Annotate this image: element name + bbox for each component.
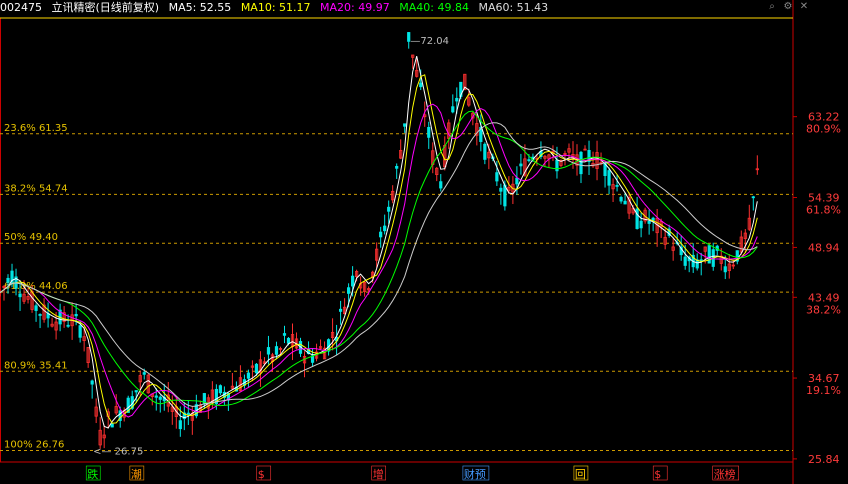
candle-body [395, 165, 399, 169]
candle-body [499, 187, 503, 192]
price-tick-label: 48.94 [808, 241, 840, 254]
low-price-label: <— 26.75 [93, 447, 143, 458]
price-tick-label: 25.84 [808, 453, 840, 466]
candle-body [134, 390, 138, 393]
candle-body [579, 151, 583, 175]
candle-body [110, 423, 114, 428]
candle-body [639, 220, 643, 229]
candle-body [419, 82, 423, 88]
event-marker: 涨榜 [714, 467, 736, 481]
candle-body [555, 159, 559, 172]
candle-body [439, 181, 443, 189]
candle-body [38, 314, 42, 316]
pct-tick-label: 19.1% [806, 384, 841, 397]
kline-chart[interactable]: 23.6% 61.3538.2% 54.7450% 49.4061.8% 44.… [0, 0, 848, 484]
event-marker: 潮 [131, 467, 142, 481]
candle-body [695, 259, 699, 269]
candle-body [274, 346, 279, 355]
candle-body [379, 231, 383, 238]
candle-body [158, 396, 162, 400]
candle-body [351, 275, 355, 287]
candle-body [483, 143, 487, 160]
ma-line-ma40 [0, 110, 758, 407]
pct-tick-label: 80.9% [806, 123, 841, 136]
candle-body [218, 385, 222, 394]
candle-body [246, 372, 251, 379]
candle-body [647, 220, 651, 224]
fib-label: 23.6% 61.35 [4, 123, 68, 134]
ma-line-ma60 [0, 122, 758, 407]
candle-body [527, 159, 531, 162]
pct-tick-label: 61.8% [806, 204, 841, 217]
candle-body [619, 196, 623, 202]
candle-body [178, 420, 182, 430]
candle-body [503, 184, 507, 207]
event-marker: $ [654, 468, 661, 481]
candle-body [723, 266, 727, 273]
high-price-label: —72.04 [410, 36, 449, 47]
event-marker: 财预 [464, 467, 486, 481]
candle-body [383, 225, 387, 232]
fib-label: 38.2% 54.74 [4, 183, 68, 194]
candle-body [387, 206, 391, 212]
candle-body [495, 172, 499, 182]
candle-body [186, 412, 190, 415]
candle-body [74, 313, 78, 317]
candle-body [623, 200, 627, 205]
candle-body [6, 277, 10, 283]
candle-body [154, 395, 158, 398]
event-marker: 回 [575, 468, 586, 481]
candle-body [142, 372, 146, 375]
candle-body [615, 185, 619, 187]
candle-body [18, 293, 22, 298]
event-marker: 跌 [87, 467, 98, 481]
candle-body [607, 170, 611, 186]
pct-tick-label: 38.2% [806, 303, 841, 316]
candle-body [403, 123, 407, 127]
candle-body [78, 325, 82, 338]
candle-body [90, 380, 94, 385]
candle-body [427, 126, 431, 138]
candle-body [515, 177, 519, 185]
candle-body [347, 287, 351, 294]
candle-body [751, 196, 755, 199]
candle-body [519, 163, 523, 167]
candle-body [451, 106, 455, 113]
candle-body [286, 337, 291, 344]
candle-body [266, 347, 271, 355]
fib-label: 100% 26.76 [4, 439, 64, 450]
event-marker: $ [258, 468, 265, 481]
fib-label: 50% 49.40 [4, 232, 58, 243]
candle-body [683, 256, 687, 266]
candle-body [66, 324, 70, 327]
candle-body [34, 305, 38, 311]
ma-line-ma5 [0, 55, 758, 429]
plot-frame [0, 17, 794, 463]
event-marker: 增 [373, 467, 384, 481]
fib-label: 80.9% 35.41 [4, 360, 68, 371]
candle-body [338, 308, 343, 312]
candle-body [455, 97, 459, 102]
candle-body [254, 363, 259, 374]
candle-body [282, 333, 287, 336]
